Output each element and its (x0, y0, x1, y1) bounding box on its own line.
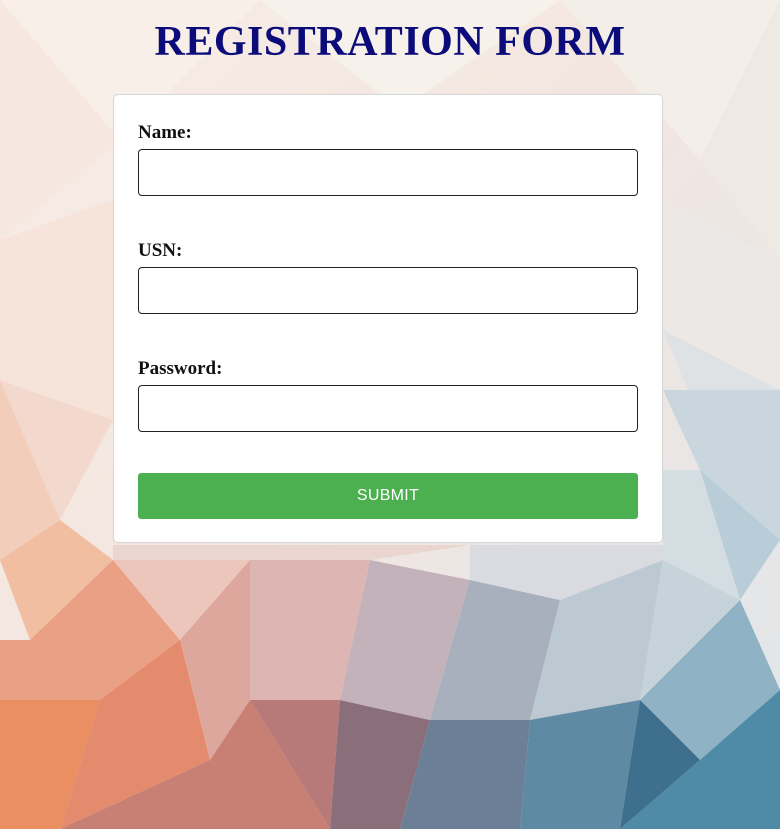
usn-input[interactable] (138, 267, 638, 314)
password-input[interactable] (138, 385, 638, 432)
name-label: Name: (138, 122, 192, 143)
registration-form-card: Name: USN: Password: SUBMIT (113, 94, 663, 543)
usn-label: USN: (138, 240, 183, 261)
page-title: REGISTRATION FORM (154, 19, 626, 65)
password-label: Password: (138, 358, 223, 379)
submit-button[interactable]: SUBMIT (138, 473, 638, 519)
name-input[interactable] (138, 149, 638, 196)
